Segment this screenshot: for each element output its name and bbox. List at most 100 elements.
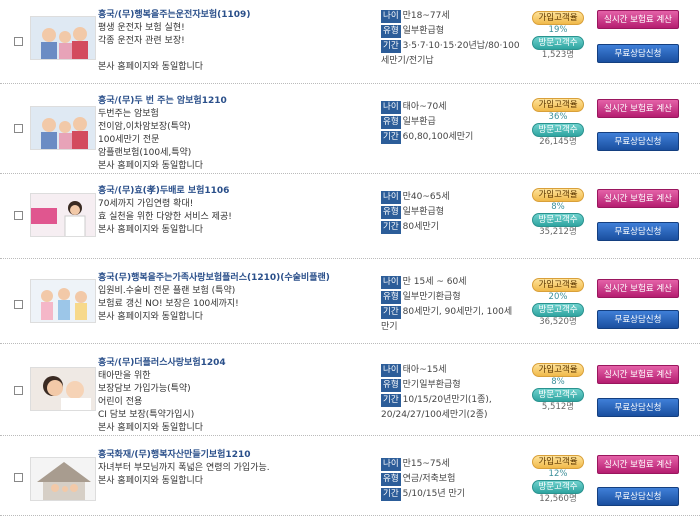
select-checkbox[interactable] — [14, 37, 23, 46]
age-tag: 나이 — [381, 10, 401, 23]
product-thumbnail[interactable] — [30, 193, 96, 237]
term-value: 80세만기, 90세만기, 100세 — [402, 307, 513, 317]
type-tag: 유형 — [381, 473, 401, 486]
product-desc-line: 효 실천을 위한 다양한 서비스 제공! — [98, 212, 232, 222]
term-value: 5/10/15년 만기 — [402, 489, 466, 499]
visitor-count-value: 35,212명 — [539, 227, 577, 237]
free-consult-button[interactable]: 무료상담신청 — [597, 310, 679, 329]
term-value-cont: 20/24/27/100세만기(2종) — [381, 410, 488, 420]
type-tag: 유형 — [381, 25, 401, 38]
product-desc-line: 두번주는 암보험 — [98, 109, 159, 119]
term-value-cont: 만기 — [381, 322, 398, 332]
age-value: 만40~65세 — [402, 192, 450, 202]
product-desc-line — [98, 48, 373, 61]
product-desc-line: 입원비.수술비 전문 플랜 보험 (특약) — [98, 286, 236, 296]
term-value: 10/15/20년만기(1종), — [402, 395, 492, 405]
select-checkbox[interactable] — [14, 211, 23, 220]
realtime-premium-calc-button[interactable]: 실시간 보험료 계산 — [597, 455, 679, 474]
signup-rate-badge: 가입고객율 — [532, 11, 584, 25]
product-desc-line: 본사 홈페이지와 동일합니다 — [98, 476, 204, 486]
age-value: 만 15세 ~ 60세 — [402, 277, 467, 287]
product-thumbnail[interactable] — [30, 279, 96, 323]
product-title-link[interactable]: 흥국/(무)두 번 주는 암보험1210 — [98, 95, 373, 108]
term-tag: 기간 — [381, 488, 401, 501]
free-consult-button[interactable]: 무료상담신청 — [597, 44, 679, 63]
visitor-count-badge: 방문고객수 — [532, 36, 584, 50]
product-row: 흥국/(무)행복을주는운전자보험(1109) 평생 운전자 보험 실현! 각종 운전… — [0, 0, 700, 84]
product-title-link[interactable]: 흥국/(무)효(孝)두배로 보험1106 — [98, 185, 373, 198]
product-title-link[interactable]: 흥국/(무)더플러스사랑보험1204 — [98, 357, 373, 370]
visitor-count-value: 12,560명 — [539, 494, 577, 504]
signup-rate-value: 20% — [548, 292, 568, 302]
product-desc-line: 100세만기 전문 — [98, 135, 160, 145]
age-value: 만18~77세 — [402, 11, 450, 21]
signup-rate-badge: 가입고객율 — [532, 188, 584, 202]
visitor-count-value: 36,520명 — [539, 317, 577, 327]
type-value: 일부환급형 — [402, 26, 445, 36]
visitor-count-value: 5,512명 — [541, 402, 575, 412]
type-value: 일부환급형 — [402, 207, 445, 217]
product-title-link[interactable]: 흥국(무)행복을주는가족사랑보험플러스(1210)(수술비플랜) — [98, 272, 373, 285]
visitor-count-badge: 방문고객수 — [532, 123, 584, 137]
select-checkbox[interactable] — [14, 124, 23, 133]
product-list: 흥국/(무)행복을주는운전자보험(1109) 평생 운전자 보험 실현! 각종 운전… — [0, 0, 700, 516]
product-desc-line: 본사 홈페이지와 동일합니다 — [98, 161, 204, 171]
product-title-link[interactable]: 흥국화재/(무)행복자산만들기보험1210 — [98, 449, 373, 462]
product-desc-line: 본사 홈페이지와 동일합니다 — [98, 62, 204, 72]
type-tag: 유형 — [381, 291, 401, 304]
product-thumbnail[interactable] — [30, 367, 96, 411]
product-desc-line: 자녀부터 부모님까지 폭넓은 연령의 가입가능. — [98, 463, 270, 473]
product-desc-line: 보험료 갱신 NO! 보장은 100세까지! — [98, 299, 239, 309]
product-thumbnail[interactable] — [30, 106, 96, 150]
product-desc-line: 각종 운전자 관련 보장! — [98, 36, 185, 46]
signup-rate-value: 8% — [551, 377, 565, 387]
realtime-premium-calc-button[interactable]: 실시간 보험료 계산 — [597, 10, 679, 29]
select-checkbox[interactable] — [14, 300, 23, 309]
product-thumbnail[interactable] — [30, 457, 96, 501]
term-tag: 기간 — [381, 394, 401, 407]
product-thumbnail[interactable] — [30, 16, 96, 60]
type-tag: 유형 — [381, 379, 401, 392]
product-desc-line: 70세까지 가입연령 확대! — [98, 199, 194, 209]
product-desc-line: 어린이 전용 — [98, 397, 143, 407]
age-tag: 나이 — [381, 101, 401, 114]
type-value: 일부환급 — [402, 117, 436, 127]
free-consult-button[interactable]: 무료상담신청 — [597, 398, 679, 417]
signup-rate-value: 8% — [551, 202, 565, 212]
product-desc-line: 태아만을 위한 — [98, 371, 151, 381]
select-checkbox[interactable] — [14, 386, 23, 395]
product-desc-line: 보장담보 가입가능(특약) — [98, 384, 191, 394]
age-tag: 나이 — [381, 458, 401, 471]
term-tag: 기간 — [381, 131, 401, 144]
product-title-link[interactable]: 흥국/(무)행복을주는운전자보험(1109) — [98, 9, 373, 22]
realtime-premium-calc-button[interactable]: 실시간 보험료 계산 — [597, 189, 679, 208]
realtime-premium-calc-button[interactable]: 실시간 보험료 계산 — [597, 279, 679, 298]
realtime-premium-calc-button[interactable]: 실시간 보험료 계산 — [597, 99, 679, 118]
free-consult-button[interactable]: 무료상담신청 — [597, 487, 679, 506]
product-row: 흥국(무)행복을주는가족사랑보험플러스(1210)(수술비플랜) 입원비.수술비 … — [0, 259, 700, 344]
product-desc-line: 본사 홈페이지와 동일합니다 — [98, 225, 204, 235]
product-desc-line: 본사 홈페이지와 동일합니다 — [98, 423, 204, 433]
term-tag: 기간 — [381, 306, 401, 319]
age-value: 태아~70세 — [402, 102, 447, 112]
term-value-cont: 세만기/전기납 — [381, 56, 434, 66]
free-consult-button[interactable]: 무료상담신청 — [597, 132, 679, 151]
term-value: 60,80,100세만기 — [402, 132, 474, 142]
age-value: 만15~75세 — [402, 459, 450, 469]
signup-rate-value: 19% — [548, 25, 568, 35]
term-tag: 기간 — [381, 221, 401, 234]
signup-rate-badge: 가입고객율 — [532, 363, 584, 377]
signup-rate-value: 36% — [548, 112, 568, 122]
free-consult-button[interactable]: 무료상담신청 — [597, 222, 679, 241]
product-desc-line: 전이암,이차암보장(특약) — [98, 122, 191, 132]
age-value: 태아~15세 — [402, 365, 447, 375]
product-desc-line: 본사 홈페이지와 동일합니다 — [98, 312, 204, 322]
product-desc-line: 평생 운전자 보험 실현! — [98, 23, 185, 33]
select-checkbox[interactable] — [14, 473, 23, 482]
visitor-count-badge: 방문고객수 — [532, 213, 584, 227]
product-row: 흥국/(무)효(孝)두배로 보험1106 70세까지 가입연령 확대! 효 실천을 … — [0, 174, 700, 259]
realtime-premium-calc-button[interactable]: 실시간 보험료 계산 — [597, 365, 679, 384]
age-tag: 나이 — [381, 191, 401, 204]
product-desc-line: CI 담보 보장(특약가입시) — [98, 410, 195, 420]
signup-rate-badge: 가입고객율 — [532, 455, 584, 469]
